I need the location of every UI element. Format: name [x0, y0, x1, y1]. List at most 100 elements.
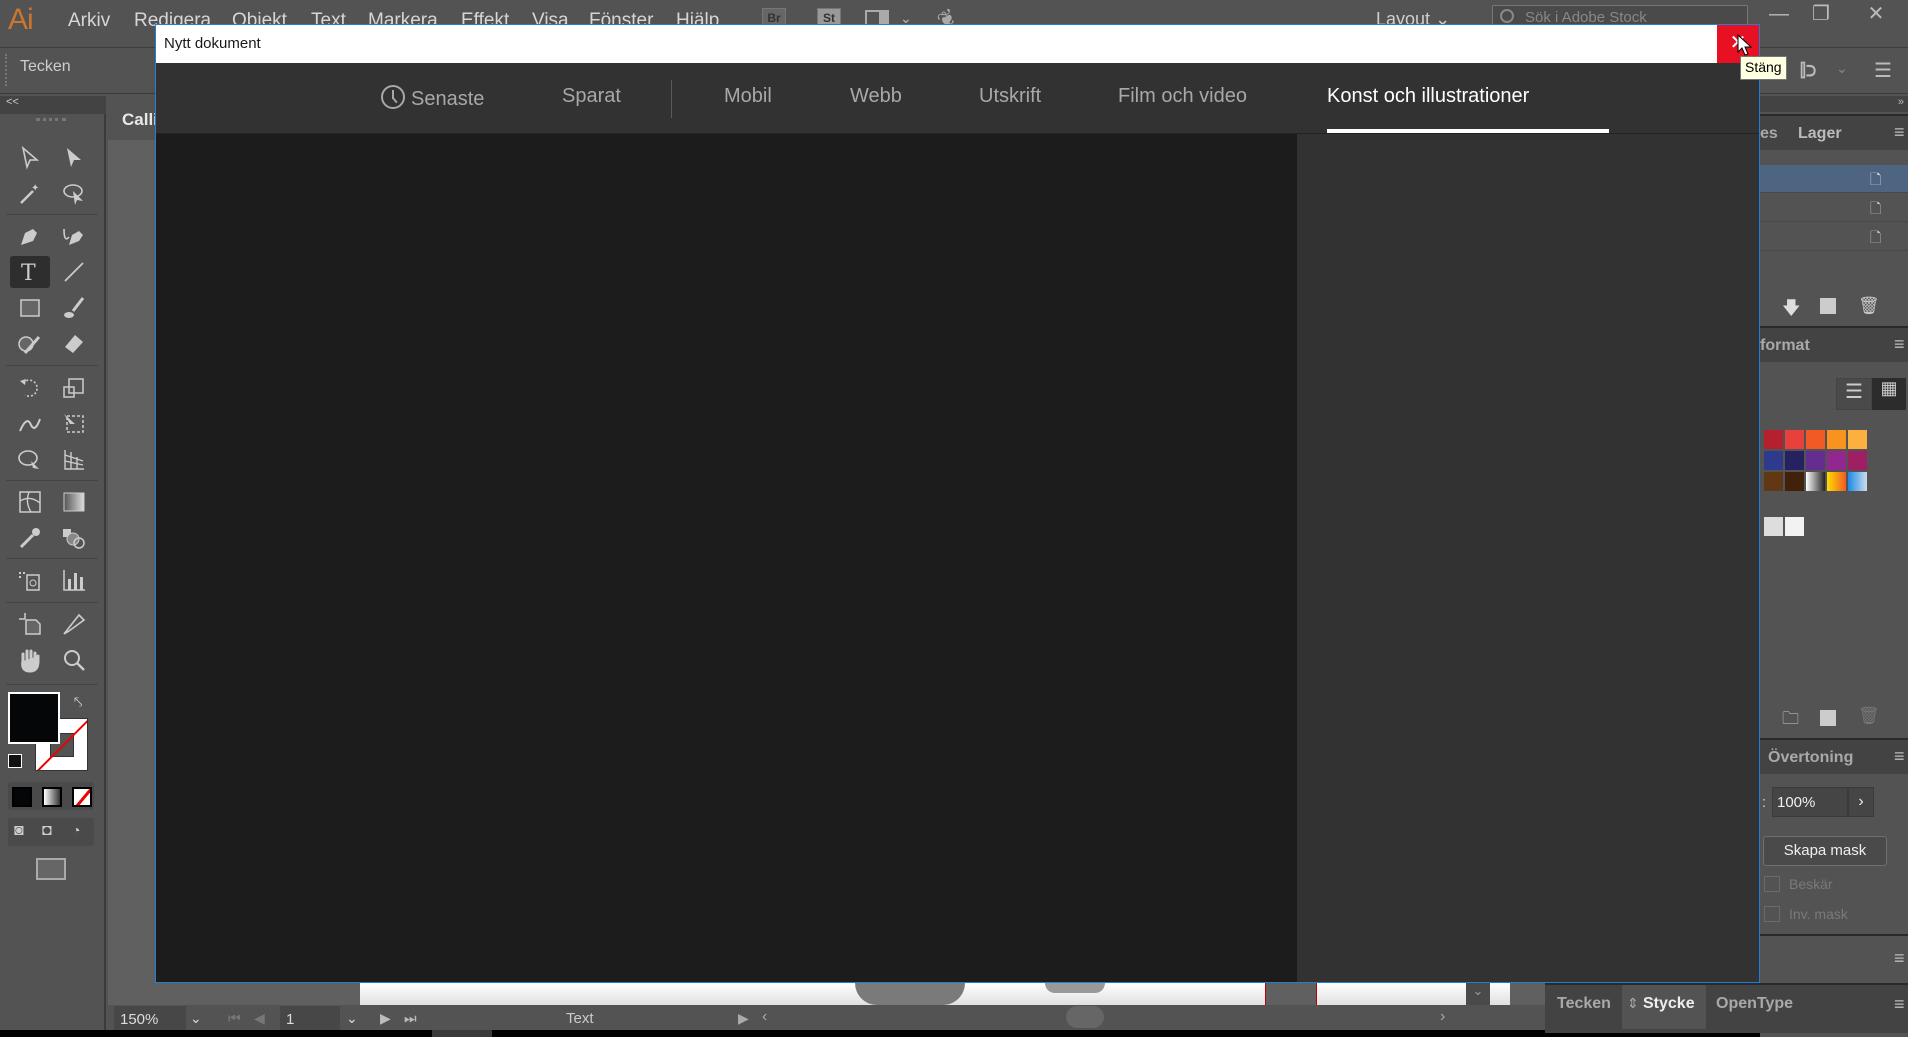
last-artboard-button[interactable]: ⏭ [404, 1010, 417, 1027]
collapse-panel-button[interactable]: << [0, 96, 106, 114]
make-mask-button[interactable]: Skapa mask [1763, 836, 1887, 866]
draw-behind-icon[interactable]: ◘ [42, 822, 52, 840]
swatch[interactable] [1827, 430, 1846, 449]
swatch[interactable] [1848, 472, 1867, 491]
minimize-button[interactable]: — [1758, 0, 1800, 32]
layer-row[interactable]: 🗋 [1760, 165, 1908, 193]
rectangle-tool-icon[interactable] [12, 292, 48, 324]
menu-arkiv[interactable]: Arkiv [68, 10, 110, 32]
swatch[interactable] [1785, 472, 1804, 491]
tab-transparency[interactable]: Övertoning [1768, 749, 1853, 767]
list-view-button[interactable]: ☰ [1836, 378, 1872, 410]
first-artboard-button[interactable]: ⏮ [228, 1010, 241, 1027]
mesh-tool-icon[interactable] [12, 486, 48, 518]
restore-button[interactable]: ❐ [1800, 0, 1842, 32]
shaper-tool-icon[interactable] [12, 328, 48, 360]
zoom-level-field[interactable]: 150% [114, 1006, 186, 1032]
swatch[interactable] [1806, 451, 1825, 470]
tab-layers[interactable]: Lager [1798, 125, 1842, 143]
move-down-icon[interactable]: 🡇 [1782, 296, 1801, 326]
next-artboard-button[interactable]: ▶ [380, 1010, 391, 1027]
swatch[interactable] [1785, 451, 1804, 470]
clip-checkbox[interactable] [1764, 876, 1780, 892]
tab-web[interactable]: Webb [850, 85, 902, 108]
delete-swatch-icon[interactable]: 🗑 [1858, 706, 1880, 726]
panel-menu-icon[interactable]: ≡ [1894, 334, 1905, 355]
gradient-mode-icon[interactable] [42, 787, 62, 807]
slice-tool-icon[interactable] [56, 608, 92, 640]
scale-tool-icon[interactable] [56, 372, 92, 404]
tab-print[interactable]: Utskrift [979, 85, 1041, 108]
screen-mode-icon[interactable] [36, 858, 66, 880]
paragraph-align-icon[interactable]: ⫿⊃ [1800, 60, 1816, 81]
tab-swatches[interactable]: format [1760, 337, 1810, 355]
grid-view-button[interactable]: ▦ [1872, 378, 1906, 410]
none-mode-icon[interactable] [72, 787, 92, 807]
dialog-titlebar[interactable] [156, 25, 1759, 63]
tab-film-video[interactable]: Film och video [1118, 85, 1247, 108]
lasso-tool-icon[interactable] [56, 178, 92, 210]
warp-tool-icon[interactable] [12, 408, 48, 440]
pen-tool-icon[interactable] [12, 220, 48, 252]
tab-mobile[interactable]: Mobil [724, 85, 772, 108]
default-colors-icon[interactable] [8, 754, 22, 768]
paintbrush-tool-icon[interactable] [56, 292, 92, 324]
magic-wand-tool-icon[interactable]: ✦ [12, 178, 48, 210]
tab-character[interactable]: Tecken [1557, 995, 1611, 1013]
zoom-tool-icon[interactable] [56, 644, 92, 676]
new-artboard-icon[interactable] [1820, 298, 1836, 314]
tab-recent[interactable]: Senaste [381, 85, 484, 111]
artboard-number-field[interactable]: 1 [280, 1006, 340, 1032]
swatch[interactable] [1848, 451, 1867, 470]
fill-color-swatch[interactable] [8, 692, 60, 744]
swatch[interactable] [1848, 430, 1867, 449]
swatch[interactable] [1764, 472, 1783, 491]
tab-art-illustration[interactable]: Konst och illustrationer [1327, 85, 1529, 108]
artboard[interactable] [360, 983, 1510, 1005]
opacity-slider-button[interactable]: › [1848, 787, 1874, 817]
opacity-field[interactable]: 100% [1772, 787, 1848, 817]
type-tool-icon[interactable]: T [10, 256, 50, 288]
column-graph-tool-icon[interactable] [56, 564, 92, 596]
window-close-button[interactable]: ✕ [1855, 0, 1897, 32]
swap-fill-stroke-icon[interactable]: ⤣ [74, 694, 82, 711]
previous-artboard-button[interactable]: ◀ [254, 1010, 265, 1027]
gradient-tool-icon[interactable] [56, 486, 92, 518]
delete-icon[interactable]: 🗑 [1858, 296, 1880, 316]
tab-artboards[interactable]: es [1760, 125, 1778, 143]
panel-menu-icon[interactable]: ≡ [1894, 948, 1905, 969]
artboard-tool-icon[interactable] [12, 608, 48, 640]
panel-menu-icon[interactable]: ≡ [1894, 122, 1905, 143]
tab-paragraph[interactable]: Stycke [1643, 995, 1695, 1013]
new-swatch-icon[interactable] [1820, 710, 1836, 726]
tab-saved[interactable]: Sparat [562, 85, 621, 108]
status-menu-button[interactable]: ▶ [738, 1010, 749, 1027]
scroll-right-button[interactable]: › [1440, 1008, 1445, 1026]
scroll-down-button[interactable]: ⌄ [1466, 983, 1490, 1005]
blend-tool-icon[interactable] [56, 522, 92, 554]
draw-inside-icon[interactable]: ◔ [72, 822, 80, 838]
layer-row[interactable]: 🗋 [1760, 223, 1908, 251]
swatch[interactable] [1827, 472, 1846, 491]
symbol-sprayer-tool-icon[interactable] [12, 564, 48, 596]
swatch[interactable] [1785, 517, 1804, 536]
panel-menu-icon[interactable]: ≡ [1894, 994, 1905, 1015]
grip-handle[interactable] [36, 118, 66, 122]
color-mode-icon[interactable] [12, 787, 32, 807]
selection-tool-icon[interactable] [12, 142, 48, 174]
grip-handle[interactable] [5, 54, 8, 86]
panel-menu-icon[interactable]: ≡ [1894, 746, 1905, 767]
invert-mask-checkbox[interactable] [1764, 906, 1780, 922]
swatch[interactable] [1764, 430, 1783, 449]
swatch[interactable] [1764, 451, 1783, 470]
free-transform-tool-icon[interactable] [56, 408, 92, 440]
swatch[interactable] [1806, 472, 1825, 491]
expand-panels-button[interactable]: » [1760, 96, 1908, 112]
eraser-tool-icon[interactable] [56, 328, 92, 360]
swatch[interactable] [1806, 430, 1825, 449]
chevron-down-icon[interactable]: ⌄ [346, 1010, 358, 1027]
rotate-tool-icon[interactable] [12, 372, 48, 404]
swatch-folder-icon[interactable]: 🗀 [1782, 706, 1799, 735]
draw-normal-icon[interactable]: ◙ [14, 822, 24, 840]
swatch[interactable] [1764, 517, 1783, 536]
